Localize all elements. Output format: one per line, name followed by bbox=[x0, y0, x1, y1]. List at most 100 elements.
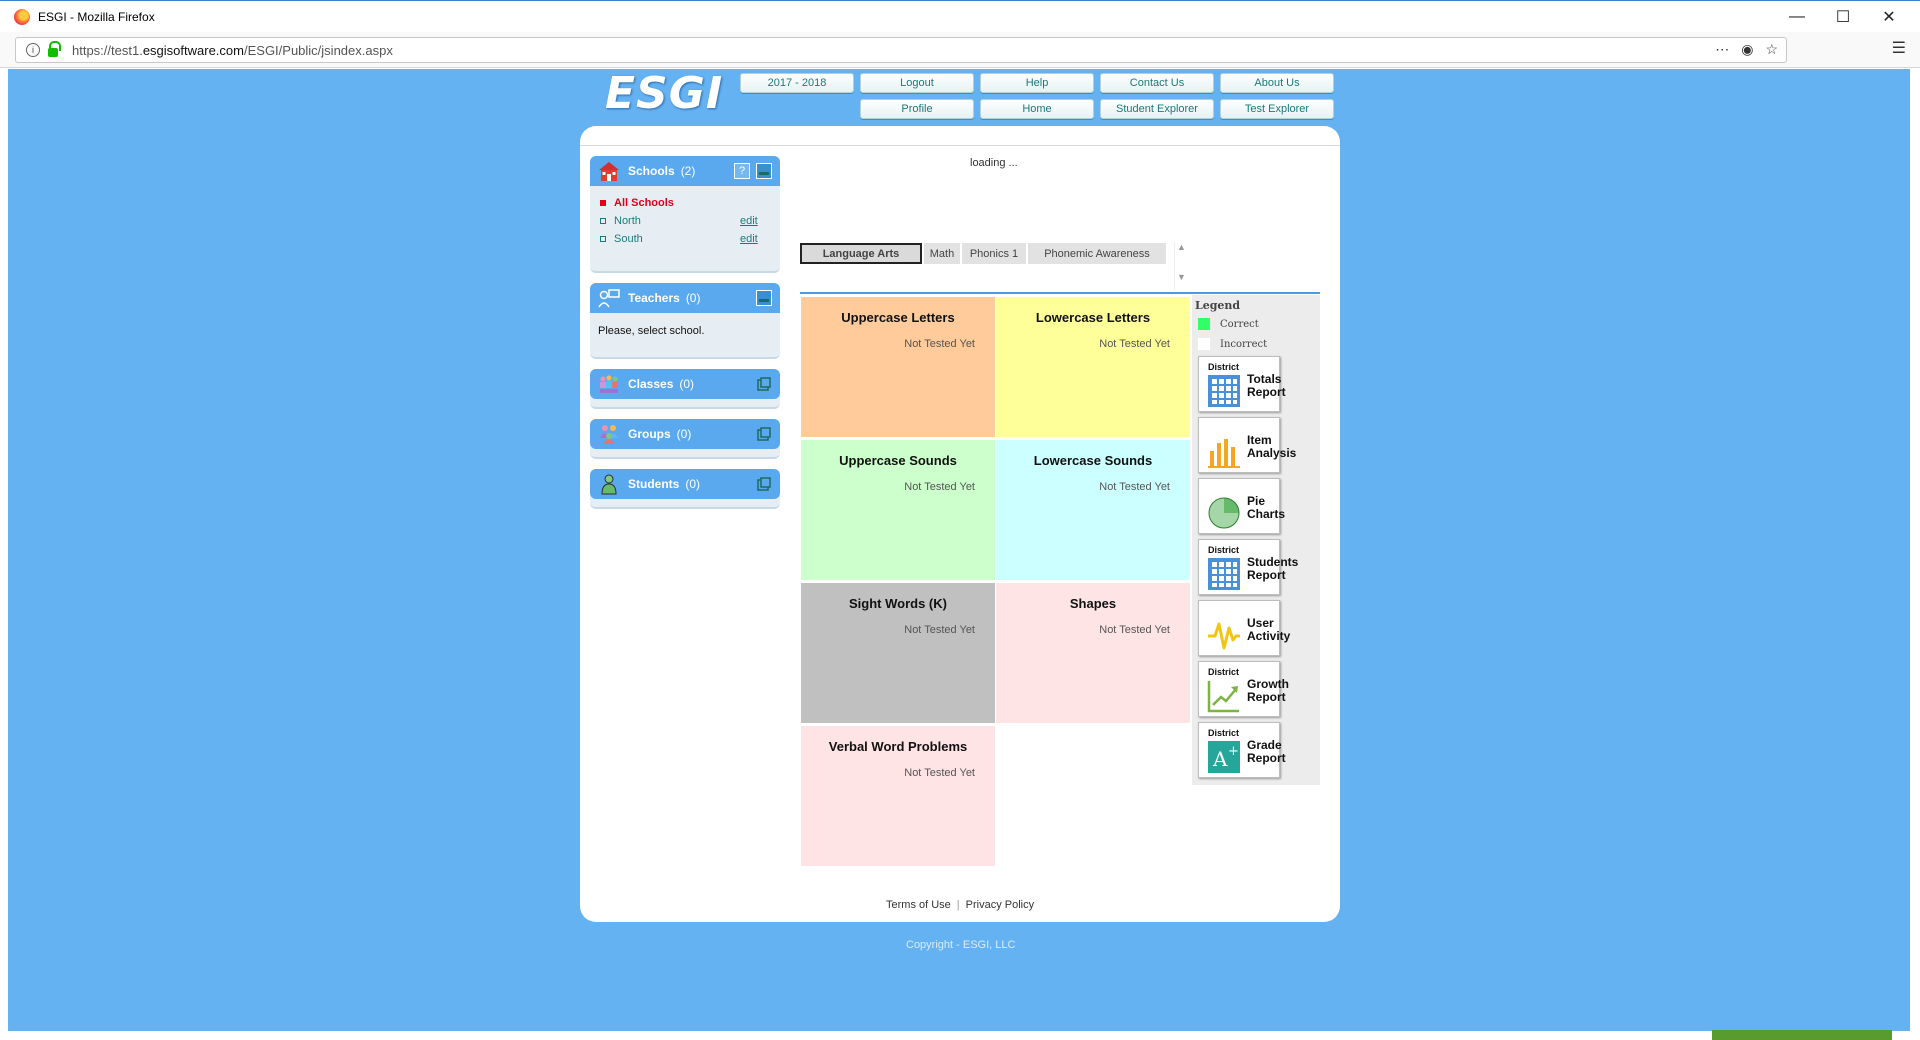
schools-panel: Schools (2) ? All Schools North edit Sout… bbox=[590, 156, 780, 273]
footer-links: Terms of Use | Privacy Policy bbox=[886, 899, 1034, 911]
lock-icon[interactable] bbox=[48, 40, 61, 57]
url-text[interactable]: https://test1.esgisoftware.com/ESGI/Publ… bbox=[72, 43, 393, 58]
scroll-down-icon[interactable]: ▼ bbox=[1175, 272, 1188, 282]
hamburger-menu-icon[interactable]: ☰ bbox=[1892, 38, 1906, 58]
tab-language-arts[interactable]: Language Arts bbox=[800, 243, 922, 264]
totals-report-button[interactable]: District Totals Report bbox=[1198, 356, 1286, 412]
page-edge-left bbox=[0, 69, 8, 1040]
firefox-icon bbox=[14, 8, 30, 25]
window-titlebar: ESGI - Mozilla Firefox — ☐ ✕ bbox=[0, 0, 1920, 32]
classes-expand-icon[interactable] bbox=[756, 376, 772, 392]
groups-icon bbox=[598, 423, 620, 445]
profile-button[interactable]: Profile bbox=[860, 99, 974, 119]
info-icon[interactable]: i bbox=[26, 43, 40, 57]
loading-text: loading ... bbox=[970, 157, 1018, 169]
classes-count: (0) bbox=[679, 377, 695, 391]
edit-north-link[interactable]: edit bbox=[740, 215, 758, 227]
tabs-underline bbox=[800, 292, 1320, 294]
window-title: ESGI - Mozilla Firefox bbox=[38, 9, 155, 24]
home-button[interactable]: Home bbox=[980, 99, 1094, 119]
classes-panel: Classes (0) bbox=[590, 369, 780, 409]
legend-title: Legend bbox=[1195, 299, 1241, 312]
tile-status: Not Tested Yet bbox=[1099, 624, 1170, 636]
school-item-north[interactable]: North edit bbox=[600, 212, 770, 230]
page-actions-icon[interactable]: ⋯ bbox=[1715, 41, 1729, 58]
correct-swatch bbox=[1198, 318, 1210, 330]
schools-count: (2) bbox=[680, 164, 696, 178]
classes-panel-header[interactable]: Classes (0) bbox=[590, 369, 780, 399]
close-button[interactable]: ✕ bbox=[1866, 1, 1912, 33]
tile-title: Sight Words (K) bbox=[849, 596, 947, 611]
item-analysis-button[interactable]: Item Analysis bbox=[1198, 417, 1296, 473]
test-tile-verbal-word-problems[interactable]: Verbal Word Problems Not Tested Yet bbox=[801, 726, 995, 866]
tile-title: Uppercase Sounds bbox=[839, 453, 957, 468]
scroll-up-icon[interactable]: ▲ bbox=[1175, 242, 1188, 252]
about-us-button[interactable]: About Us bbox=[1220, 73, 1334, 93]
incorrect-swatch bbox=[1198, 338, 1210, 350]
help-button[interactable]: Help bbox=[980, 73, 1094, 93]
all-schools-item[interactable]: All Schools bbox=[600, 194, 770, 212]
classes-icon bbox=[598, 373, 620, 395]
groups-title: Groups bbox=[628, 427, 671, 441]
footer-separator: | bbox=[956, 899, 960, 911]
schools-collapse-button[interactable] bbox=[756, 163, 772, 179]
pie-charts-button[interactable]: Pie Charts bbox=[1198, 478, 1285, 534]
tile-status: Not Tested Yet bbox=[904, 767, 975, 779]
tile-title: Lowercase Letters bbox=[1035, 310, 1151, 325]
bar-chart-icon bbox=[1208, 439, 1240, 468]
tabs-scrollbar[interactable]: ▲ ▼ bbox=[1174, 242, 1188, 290]
test-tile-lowercase-sounds[interactable]: Lowercase Sounds Not Tested Yet bbox=[996, 440, 1190, 580]
user-activity-button[interactable]: User Activity bbox=[1198, 600, 1290, 656]
terms-of-use-link[interactable]: Terms of Use bbox=[886, 899, 951, 911]
minimize-button[interactable]: — bbox=[1774, 1, 1820, 33]
contact-us-button[interactable]: Contact Us bbox=[1100, 73, 1214, 93]
logout-button[interactable]: Logout bbox=[860, 73, 974, 93]
bookmark-star-icon[interactable]: ☆ bbox=[1765, 41, 1778, 58]
groups-expand-icon[interactable] bbox=[756, 426, 772, 442]
copyright-text: Copyright - ESGI, LLC bbox=[906, 939, 1016, 951]
test-tile-sight-words[interactable]: Sight Words (K) Not Tested Yet bbox=[801, 583, 995, 723]
maximize-button[interactable]: ☐ bbox=[1820, 1, 1866, 33]
navigation-toolbar: i https://test1.esgisoftware.com/ESGI/Pu… bbox=[0, 32, 1920, 68]
tile-title: Uppercase Letters bbox=[841, 310, 955, 325]
teachers-message: Please, select school. bbox=[598, 325, 705, 337]
groups-panel: Groups (0) bbox=[590, 419, 780, 459]
subject-tabs: Language Arts Math Phonics 1 Phonemic Aw… bbox=[800, 243, 1168, 267]
students-expand-icon[interactable] bbox=[756, 476, 772, 492]
schools-panel-header[interactable]: Schools (2) ? bbox=[590, 156, 780, 186]
pocket-icon[interactable]: ◉ bbox=[1741, 41, 1753, 58]
legend-incorrect: Incorrect bbox=[1198, 338, 1267, 350]
address-bar[interactable]: i https://test1.esgisoftware.com/ESGI/Pu… bbox=[15, 37, 1787, 63]
esgi-logo[interactable]: ESGI bbox=[605, 68, 723, 119]
school-year-button[interactable]: 2017 - 2018 bbox=[740, 73, 854, 93]
growth-report-button[interactable]: District Growth Report bbox=[1198, 661, 1289, 717]
groups-panel-header[interactable]: Groups (0) bbox=[590, 419, 780, 449]
test-tile-uppercase-sounds[interactable]: Uppercase Sounds Not Tested Yet bbox=[801, 440, 995, 580]
activity-icon bbox=[1208, 622, 1240, 650]
students-report-button[interactable]: District Students Report bbox=[1198, 539, 1298, 595]
test-tile-uppercase-letters[interactable]: Uppercase Letters Not Tested Yet bbox=[801, 297, 995, 437]
tile-status: Not Tested Yet bbox=[904, 338, 975, 350]
svg-text:A: A bbox=[1212, 747, 1228, 771]
teachers-collapse-button[interactable] bbox=[756, 290, 772, 306]
edit-south-link[interactable]: edit bbox=[740, 233, 758, 245]
teacher-icon bbox=[598, 287, 620, 309]
grid-icon bbox=[1208, 375, 1240, 407]
legend-correct: Correct bbox=[1198, 318, 1259, 330]
tab-phonics-1[interactable]: Phonics 1 bbox=[962, 243, 1026, 264]
tab-phonemic-awareness[interactable]: Phonemic Awareness bbox=[1028, 243, 1166, 264]
students-panel-header[interactable]: Students (0) bbox=[590, 469, 780, 499]
test-tile-lowercase-letters[interactable]: Lowercase Letters Not Tested Yet bbox=[996, 297, 1190, 437]
test-explorer-button[interactable]: Test Explorer bbox=[1220, 99, 1334, 119]
grade-report-button[interactable]: District A + Grade Report bbox=[1198, 722, 1286, 778]
schools-help-button[interactable]: ? bbox=[734, 163, 750, 179]
tab-math[interactable]: Math bbox=[924, 243, 960, 264]
test-tile-shapes[interactable]: Shapes Not Tested Yet bbox=[996, 583, 1190, 723]
student-explorer-button[interactable]: Student Explorer bbox=[1100, 99, 1214, 119]
tile-status: Not Tested Yet bbox=[1099, 481, 1170, 493]
privacy-policy-link[interactable]: Privacy Policy bbox=[966, 899, 1034, 911]
school-item-south[interactable]: South edit bbox=[600, 230, 770, 248]
teachers-count: (0) bbox=[685, 291, 701, 305]
teachers-title: Teachers bbox=[628, 291, 680, 305]
teachers-panel-header[interactable]: Teachers (0) bbox=[590, 283, 780, 313]
